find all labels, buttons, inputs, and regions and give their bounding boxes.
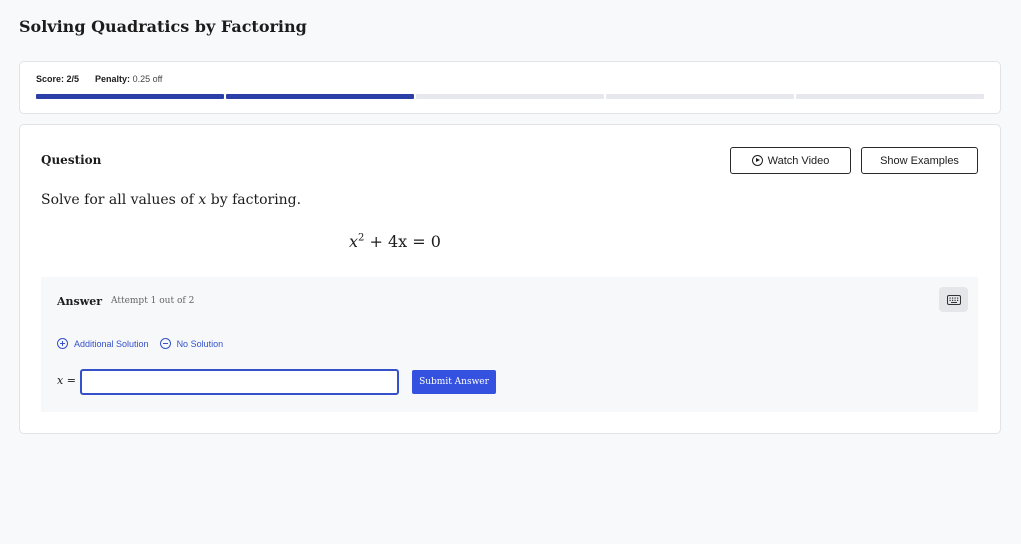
watch-video-button[interactable]: Watch Video (730, 147, 851, 174)
watch-video-label: Watch Video (767, 154, 830, 167)
show-examples-button[interactable]: Show Examples (861, 147, 978, 174)
penalty-value: 0.25 off (132, 74, 163, 84)
progress-segment (796, 94, 984, 99)
score-label: Score: 2/5 (36, 74, 80, 84)
minus-circle-icon (159, 338, 171, 349)
equation-rest: + 4x = 0 (369, 232, 441, 251)
page-title: Solving Quadratics by Factoring (19, 17, 307, 36)
answer-box: Answer Attempt 1 out of 2 Additional Sol… (41, 277, 978, 412)
solution-options: Additional Solution No Solution (57, 338, 223, 349)
equation-var: x (349, 232, 359, 251)
equation-exponent: 2 (358, 232, 365, 244)
answer-input[interactable] (80, 369, 399, 395)
keyboard-button[interactable] (939, 287, 968, 312)
additional-solution-link[interactable]: Additional Solution (57, 338, 149, 349)
no-solution-label: No Solution (176, 338, 224, 349)
progress-bar (36, 94, 984, 99)
score-card: Score: 2/5 Penalty: 0.25 off (19, 61, 1001, 114)
play-circle-icon (751, 155, 763, 166)
progress-segment (36, 94, 224, 99)
attempt-counter: Attempt 1 out of 2 (111, 296, 195, 306)
no-solution-link[interactable]: No Solution (159, 338, 224, 349)
submit-answer-button[interactable]: Submit Answer (412, 370, 496, 394)
prompt-before: Solve for all values of (41, 192, 194, 208)
penalty: Penalty: 0.25 off (95, 74, 162, 84)
keyboard-icon (946, 294, 961, 305)
progress-segment (606, 94, 794, 99)
prompt-variable: x (198, 192, 207, 208)
question-label: Question (41, 153, 102, 167)
score-row: Score: 2/5 Penalty: 0.25 off (36, 74, 162, 84)
input-prefix: x = (57, 374, 76, 387)
prompt-after: by factoring. (210, 192, 302, 208)
progress-segment (416, 94, 604, 99)
equation: x2 + 4x = 0 (349, 232, 441, 251)
penalty-label: Penalty: (95, 74, 131, 84)
answer-label: Answer (57, 295, 102, 308)
plus-circle-icon (57, 338, 68, 349)
question-prompt: Solve for all values of x by factoring. (41, 192, 301, 208)
progress-segment (226, 94, 414, 99)
question-card: Question Watch Video Show Examples Solve… (19, 124, 1001, 434)
additional-solution-label: Additional Solution (74, 338, 149, 349)
